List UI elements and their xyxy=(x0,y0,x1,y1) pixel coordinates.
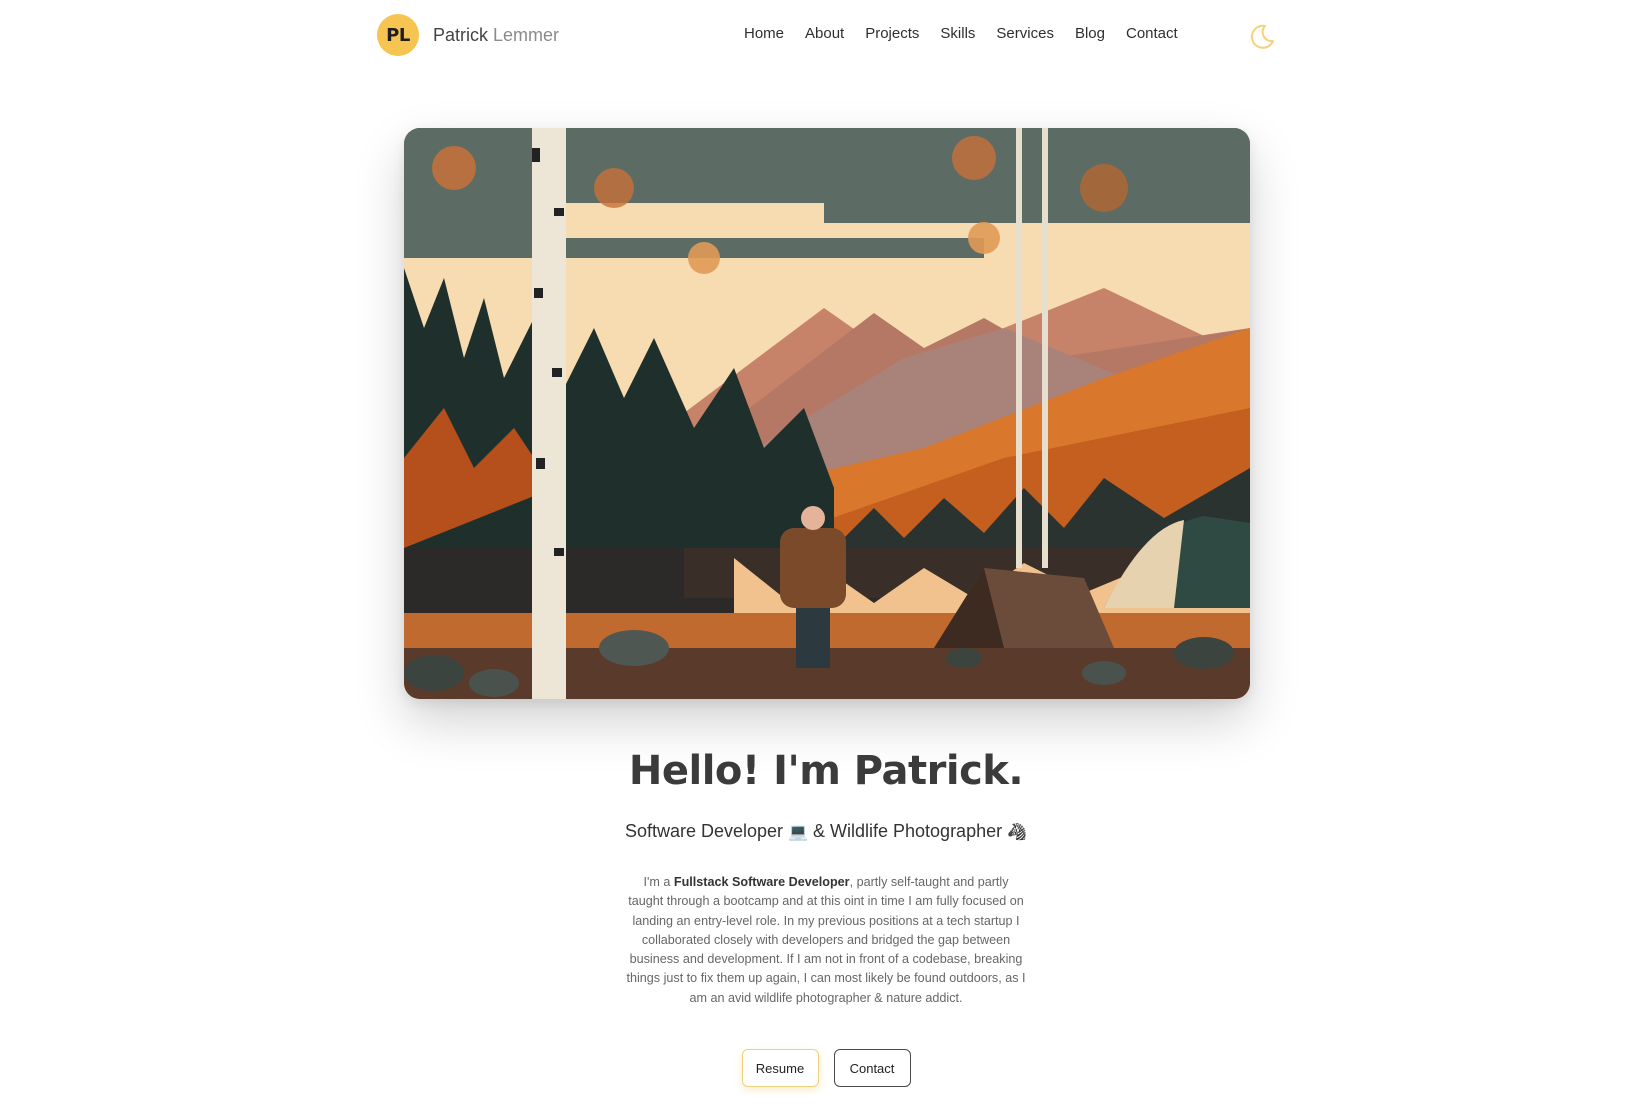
subtitle-role-1: Software Developer xyxy=(624,821,784,841)
site-header: PL Patrick Lemmer Home About Projects Sk… xyxy=(0,0,1652,72)
logo-badge: PL xyxy=(377,14,419,56)
brand-first-name: Patrick xyxy=(433,24,489,45)
brand-link[interactable]: PL Patrick Lemmer xyxy=(377,14,559,56)
nav-contact[interactable]: Contact xyxy=(1126,25,1178,42)
bio-rest: , partly self-taught and partly taught t… xyxy=(626,875,1026,1005)
nav-services[interactable]: Services xyxy=(996,25,1054,42)
brand-name: Patrick Lemmer xyxy=(433,25,559,46)
nav-projects[interactable]: Projects xyxy=(865,25,919,42)
subtitle-role-2: & Wildlife Photographer xyxy=(813,821,1003,841)
laptop-icon: 💻 xyxy=(788,822,808,841)
main-nav: Home About Projects Skills Services Blog… xyxy=(744,25,1199,42)
theme-toggle-button[interactable] xyxy=(1248,22,1276,50)
bio-prefix: I'm a xyxy=(643,875,674,889)
nav-blog[interactable]: Blog xyxy=(1075,25,1105,42)
hero-actions: Resume Contact xyxy=(0,1049,1652,1087)
brand-last-name: Lemmer xyxy=(493,24,560,45)
nav-skills[interactable]: Skills xyxy=(940,25,975,42)
resume-button[interactable]: Resume xyxy=(741,1049,819,1087)
page-title: Hello! I'm Patrick. xyxy=(628,748,1024,794)
hero-illustration xyxy=(404,128,1250,699)
nav-about[interactable]: About xyxy=(805,25,844,42)
page-subtitle: Software Developer 💻 & Wildlife Photogra… xyxy=(0,821,1652,842)
contact-button[interactable]: Contact xyxy=(833,1049,911,1087)
bio-paragraph: I'm a Fullstack Software Developer, part… xyxy=(626,873,1026,1008)
nav-home[interactable]: Home xyxy=(744,25,784,42)
moon-icon xyxy=(1250,24,1274,49)
bio-highlight: Fullstack Software Developer xyxy=(673,875,850,889)
zebra-icon: 🦓 xyxy=(1007,822,1028,841)
